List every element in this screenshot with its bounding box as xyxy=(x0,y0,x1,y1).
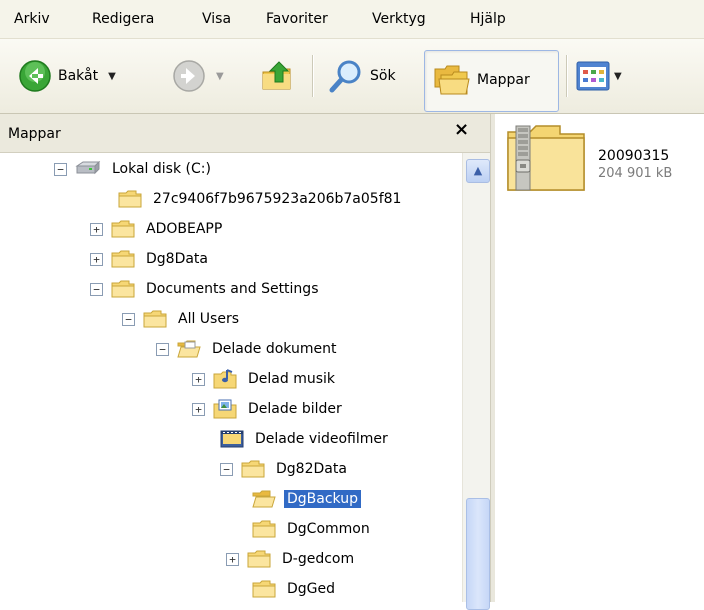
tree-item-label: All Users xyxy=(178,311,240,327)
close-icon[interactable]: × xyxy=(454,120,469,140)
expand-toggle[interactable]: + xyxy=(192,402,205,416)
music-folder-icon xyxy=(213,369,237,389)
folder-icon xyxy=(111,250,135,268)
tree-item-all-users[interactable]: − All Users xyxy=(122,305,242,333)
tree-item-lokal-disk[interactable]: − Lokal disk (C:) xyxy=(54,155,214,183)
folders-icon xyxy=(434,65,470,95)
tree-item-label: DgCommon xyxy=(287,521,370,537)
views-dropdown-icon[interactable]: ▼ xyxy=(614,71,622,82)
tree-item-label: DgGed xyxy=(287,581,336,597)
forward-arrow-icon xyxy=(173,60,205,92)
forward-button[interactable]: ▼ xyxy=(172,39,224,113)
tree-item-label: Dg8Data xyxy=(146,251,209,267)
toolbar-separator xyxy=(566,55,568,97)
drive-icon xyxy=(75,161,101,175)
tree-item-dgcommon[interactable]: DgCommon xyxy=(252,515,373,543)
folder-icon xyxy=(143,310,167,328)
collapse-toggle[interactable]: − xyxy=(122,312,135,326)
tree-item-label: D-gedcom xyxy=(282,551,355,567)
file-name: 20090315 xyxy=(598,148,670,164)
tree-item-dg8data[interactable]: + Dg8Data xyxy=(90,245,211,273)
tree-item-delad-musik[interactable]: + Delad musik xyxy=(192,365,338,393)
pane-splitter[interactable] xyxy=(490,114,495,602)
up-folder-icon xyxy=(262,61,291,90)
menu-redigera[interactable]: Redigera xyxy=(92,11,154,27)
folders-button[interactable]: Mappar xyxy=(424,50,559,112)
search-button[interactable]: Sök xyxy=(328,39,396,113)
back-dropdown-icon[interactable]: ▼ xyxy=(108,71,116,82)
views-icon xyxy=(576,61,610,91)
folder-icon xyxy=(111,220,135,238)
tree-item-label: Delade bilder xyxy=(248,401,342,417)
tree-item-label: Dg82Data xyxy=(276,461,347,477)
open-folder-icon xyxy=(177,340,201,358)
tree-item-label: Delade dokument xyxy=(212,341,337,357)
folders-label: Mappar xyxy=(477,72,530,88)
file-item-20090315[interactable]: 20090315 204 901 kB xyxy=(506,124,704,204)
tree-item-delade-videofilmer[interactable]: Delade videofilmer xyxy=(220,425,391,453)
back-button[interactable]: Bakåt ▼ xyxy=(18,39,116,113)
collapse-toggle[interactable]: − xyxy=(156,342,169,356)
folder-icon xyxy=(111,280,135,298)
folders-pane-header: Mappar × xyxy=(0,114,490,153)
collapse-toggle[interactable]: − xyxy=(220,462,233,476)
expand-toggle[interactable]: + xyxy=(192,372,205,386)
collapse-toggle[interactable]: − xyxy=(54,162,67,176)
tree-item-label: 27c9406f7b9675923a206b7a05f81 xyxy=(153,191,402,207)
tree-item-27c9406f[interactable]: 27c9406f7b9675923a206b7a05f81 xyxy=(118,185,404,213)
zip-folder-icon xyxy=(507,125,585,191)
menu-verktyg[interactable]: Verktyg xyxy=(372,11,426,27)
open-folder-icon xyxy=(252,490,276,508)
up-folder-button[interactable] xyxy=(260,39,296,113)
folder-tree: − Lokal disk (C:) 27c9406f7b9675923a206b… xyxy=(0,153,462,602)
tree-item-label: Lokal disk (C:) xyxy=(112,161,211,177)
tree-item-d-gedcom[interactable]: + D-gedcom xyxy=(226,545,357,573)
expand-toggle[interactable]: + xyxy=(90,252,103,266)
back-label: Bakåt xyxy=(58,68,99,84)
folder-icon xyxy=(118,190,142,208)
expand-toggle[interactable]: + xyxy=(226,552,239,566)
tree-item-delade-bilder[interactable]: + Delade bilder xyxy=(192,395,345,423)
tree-item-dgbackup[interactable]: DgBackup xyxy=(252,485,361,513)
toolbar-separator xyxy=(312,55,314,97)
tree-item-dgged[interactable]: DgGed xyxy=(252,575,338,602)
menu-bar: Arkiv Redigera Visa Favoriter Verktyg Hj… xyxy=(0,0,704,39)
search-label: Sök xyxy=(370,68,396,84)
folder-icon xyxy=(247,550,271,568)
forward-dropdown-icon[interactable]: ▼ xyxy=(216,71,224,82)
scroll-up-button[interactable]: ▲ xyxy=(466,159,490,183)
menu-arkiv[interactable]: Arkiv xyxy=(14,11,50,27)
tree-item-dg82data[interactable]: − Dg82Data xyxy=(220,455,350,483)
expand-toggle[interactable]: + xyxy=(90,222,103,236)
pictures-folder-icon xyxy=(213,399,237,419)
tree-scrollbar[interactable]: ▲ xyxy=(462,153,491,610)
tree-item-documents-and-settings[interactable]: − Documents and Settings xyxy=(90,275,321,303)
folder-icon xyxy=(241,460,265,478)
tree-item-label: Documents and Settings xyxy=(146,281,319,297)
views-button[interactable]: ▼ xyxy=(576,39,622,113)
toolbar: Bakåt ▼ ▼ Sök ▼ xyxy=(0,39,704,114)
collapse-toggle[interactable]: − xyxy=(90,282,103,296)
file-size: 204 901 kB xyxy=(598,166,673,181)
tree-item-label: Delade videofilmer xyxy=(255,431,388,447)
tree-item-delade-dokument[interactable]: − Delade dokument xyxy=(156,335,339,363)
folder-icon xyxy=(252,520,276,538)
scrollbar-thumb[interactable] xyxy=(466,498,490,610)
menu-favoriter[interactable]: Favoriter xyxy=(266,11,328,27)
tree-item-label: Delad musik xyxy=(248,371,336,387)
folder-icon xyxy=(252,580,276,598)
back-arrow-icon xyxy=(19,60,51,92)
video-folder-icon xyxy=(220,430,244,448)
menu-hjalp[interactable]: Hjälp xyxy=(470,11,506,27)
tree-item-label: ADOBEAPP xyxy=(146,221,223,237)
tree-item-label-selected: DgBackup xyxy=(284,490,361,508)
menu-visa[interactable]: Visa xyxy=(202,11,231,27)
tree-item-adobeapp[interactable]: + ADOBEAPP xyxy=(90,215,225,243)
folders-pane-title: Mappar xyxy=(8,126,61,142)
search-icon xyxy=(329,60,361,93)
